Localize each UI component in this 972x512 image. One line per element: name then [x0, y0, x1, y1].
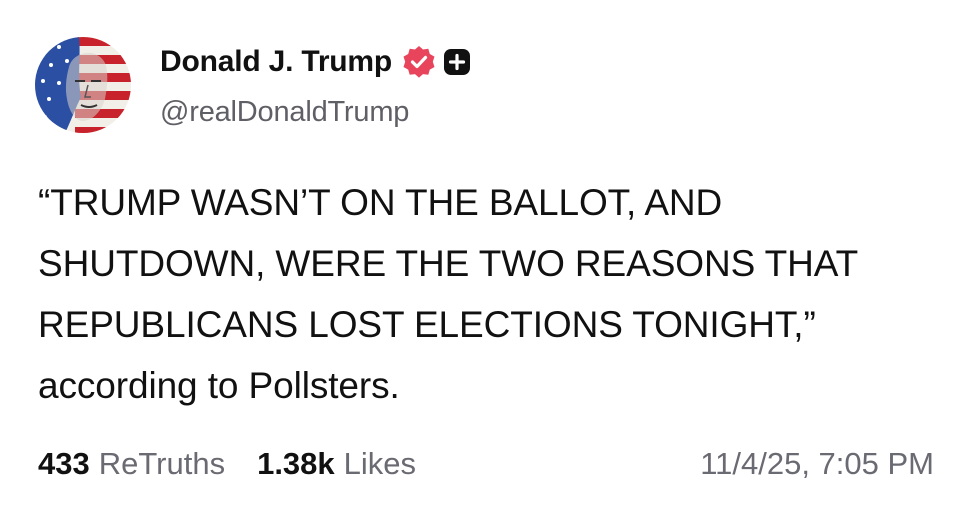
likes-label: Likes [343, 446, 417, 481]
retruths-label: ReTruths [98, 446, 226, 481]
post-body-line: REPUBLICANS LOST ELECTIONS TONIGHT,” [38, 304, 816, 345]
post-stats: 433 ReTruths 1.38k Likes [38, 446, 416, 482]
post-body-line: according to Pollsters. [38, 365, 400, 406]
retruths-count: 433 [38, 446, 90, 481]
author-handle[interactable]: @realDonaldTrump [160, 96, 409, 129]
retruths-stat[interactable]: 433 ReTruths [38, 446, 225, 482]
likes-count: 1.38k [257, 446, 335, 481]
truth-social-post: Donald J. Trump @realDonaldTrump “TRUMP … [0, 0, 972, 512]
verified-badge-icon [402, 45, 436, 79]
post-body-line: “TRUMP WASN’T ON THE BALLOT, AND [38, 182, 723, 223]
post-timestamp[interactable]: 11/4/25, 7:05 PM [700, 446, 934, 482]
flag-portrait-avatar [35, 37, 131, 133]
avatar[interactable] [35, 37, 131, 133]
plus-badge-icon [444, 49, 471, 75]
author-display-name[interactable]: Donald J. Trump [160, 45, 392, 79]
likes-stat[interactable]: 1.38k Likes [257, 446, 416, 482]
post-body-line: SHUTDOWN, WERE THE TWO REASONS THAT [38, 243, 859, 284]
post-body: “TRUMP WASN’T ON THE BALLOT, AND SHUTDOW… [38, 172, 948, 416]
author-name-row: Donald J. Trump [160, 44, 471, 80]
